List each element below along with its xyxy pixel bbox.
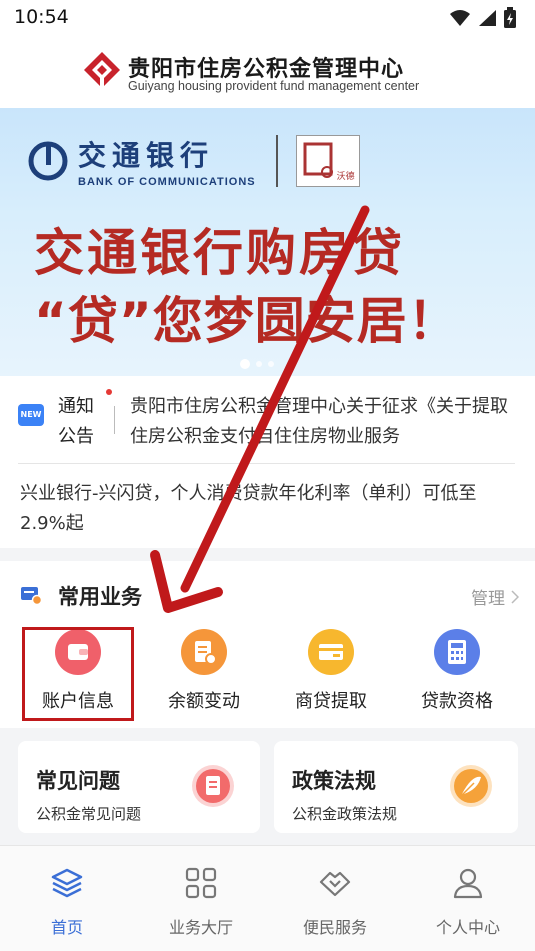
status-time: 10:54 <box>14 6 69 28</box>
policy-icon <box>450 765 492 807</box>
service-label: 贷款资格 <box>421 691 493 712</box>
nav-label: 业务大厅 <box>168 918 233 937</box>
service-label: 余额变动 <box>168 691 240 712</box>
nav-business-hall[interactable]: 业务大厅 <box>141 866 261 938</box>
bank-name-cn: 交通银行 <box>78 139 215 172</box>
notice-text[interactable]: 贵阳市住房公积金管理中心关于征求《关于提取住房公积金支付自住住房物业服务 <box>130 392 515 452</box>
signal-icon <box>479 10 496 26</box>
nav-convenience[interactable]: 便民服务 <box>275 866 395 938</box>
notice-section: NEW 通知公告 贵阳市住房公积金管理中心关于征求《关于提取住房公积金支付自住住… <box>0 376 535 548</box>
handshake-icon <box>319 871 351 897</box>
status-bar: 10:54 <box>0 0 535 38</box>
nav-personal-center[interactable]: 个人中心 <box>408 866 528 938</box>
card-faq[interactable]: 常见问题 公积金常见问题 <box>18 741 260 833</box>
card-title: 常见问题 <box>36 769 120 793</box>
bank-logo-row: 交通银行 BANK OF COMMUNICATIONS 沃德 <box>28 134 360 188</box>
notice-label: 通知公告 <box>58 396 94 447</box>
home-layers-icon <box>51 868 83 898</box>
card-policy[interactable]: 政策法规 公积金政策法规 <box>274 741 518 833</box>
services-title: 常用业务 <box>58 585 142 609</box>
divider <box>18 463 515 464</box>
card-title: 政策法规 <box>292 769 376 793</box>
banner-pagination[interactable] <box>240 359 274 369</box>
calculator-icon <box>434 629 480 675</box>
nav-label: 便民服务 <box>302 918 367 937</box>
notice-unread-dot <box>106 389 112 395</box>
service-commercial-loan[interactable]: 商贷提取 <box>271 629 391 713</box>
banner-dot-active[interactable] <box>240 359 250 369</box>
nav-label: 个人中心 <box>435 918 500 937</box>
bank-name-en: BANK OF COMMUNICATIONS <box>78 176 256 188</box>
partner-mark-icon <box>303 142 333 178</box>
bottom-nav: 首页 业务大厅 便民服务 个人中心 <box>0 845 535 951</box>
chevron-right-icon <box>511 589 519 604</box>
battery-icon <box>504 7 516 28</box>
header-subtitle: Guiyang housing provident fund managemen… <box>128 79 420 93</box>
status-icons <box>449 7 517 29</box>
wifi-icon <box>450 10 470 26</box>
card-icon <box>308 629 354 675</box>
news-item[interactable]: 兴业银行-兴闪贷，个人消费贷款年化利率（单利）可低至2.9%起 <box>20 479 515 539</box>
service-loan-eligibility[interactable]: 贷款资格 <box>397 629 517 713</box>
document-icon <box>181 629 227 675</box>
service-label: 商贷提取 <box>295 691 367 712</box>
card-desc: 公积金常见问题 <box>36 805 142 823</box>
nav-home[interactable]: 首页 <box>7 866 127 938</box>
logo-divider <box>275 135 278 187</box>
service-balance-change[interactable]: 余额变动 <box>144 629 264 713</box>
manage-label: 管理 <box>471 589 505 609</box>
provident-fund-logo-icon <box>84 52 120 88</box>
partner-text: 沃德 <box>336 172 355 182</box>
banner-headline-1: 交通银行购房贷 <box>34 224 405 282</box>
manage-link[interactable]: 管理 <box>471 584 519 609</box>
new-badge-icon: NEW <box>18 404 44 426</box>
card-desc: 公积金政策法规 <box>292 805 398 823</box>
banner-dot[interactable] <box>268 361 274 367</box>
partner-logo: 沃德 <box>295 135 360 187</box>
annotation-highlight-box <box>22 627 134 721</box>
notice-separator <box>114 406 115 434</box>
nav-label: 首页 <box>50 918 83 937</box>
promo-banner[interactable]: 交通银行 BANK OF COMMUNICATIONS 沃德 交通银行购房贷 “… <box>0 108 535 376</box>
bank-of-communications-logo-icon <box>28 141 68 181</box>
faq-icon <box>192 765 234 807</box>
person-icon <box>453 868 483 899</box>
app-header: 贵阳市住房公积金管理中心 Guiyang housing provident f… <box>0 38 535 108</box>
services-section-icon <box>21 587 42 605</box>
banner-dot[interactable] <box>256 361 262 367</box>
grid-icon <box>185 867 217 899</box>
banner-headline-2: “贷”您梦圆安居！ <box>34 292 459 350</box>
